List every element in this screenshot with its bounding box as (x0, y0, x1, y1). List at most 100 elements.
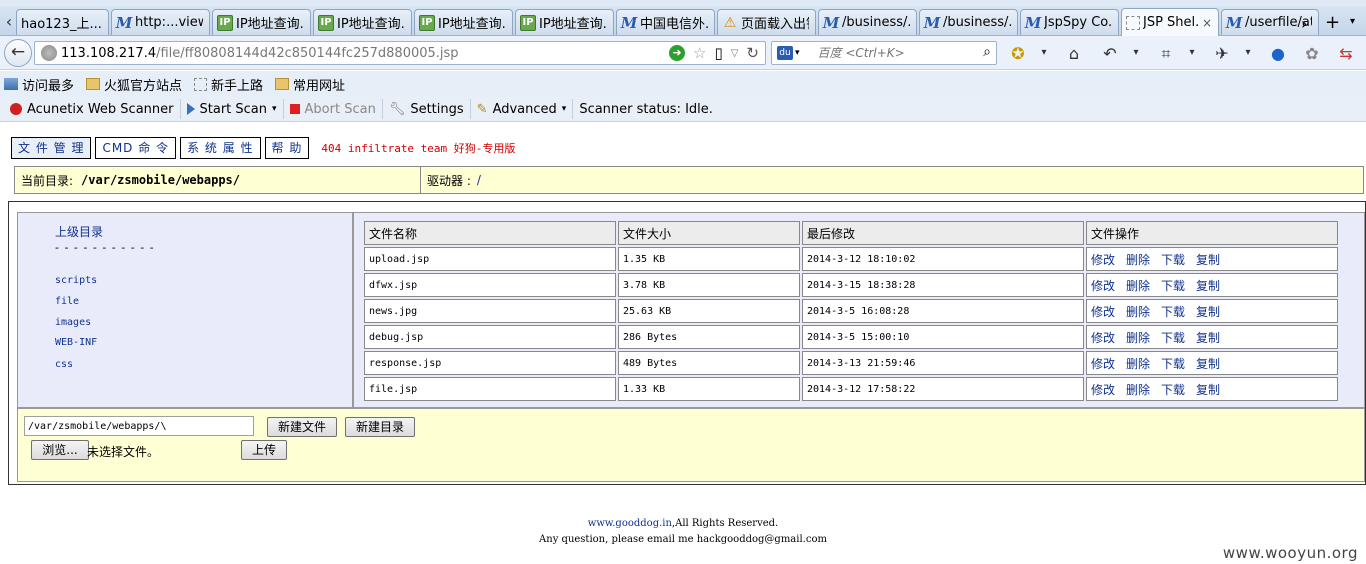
phone-icon[interactable]: ▯ (714, 44, 722, 62)
new-dir-button[interactable]: 新建目录 (345, 417, 415, 437)
addon-icon[interactable]: ✪ (1008, 44, 1028, 63)
reload-icon[interactable]: ↻ (746, 44, 759, 62)
switch-icon[interactable]: ⇆ (1336, 44, 1356, 63)
browser-tab[interactable]: ⚠ 页面载入出错 (717, 9, 816, 35)
tab-list-icon[interactable]: ▾ (1350, 16, 1355, 27)
close-tab-icon[interactable]: × (1202, 16, 1212, 30)
address-bar[interactable]: 113.108.217.4/file/ff80808144d42c850144f… (34, 41, 766, 65)
acunetix-brand[interactable]: Acunetix Web Scanner (4, 99, 181, 119)
tab-scroll-right-icon[interactable]: › (1301, 14, 1307, 33)
search-bar[interactable]: du ▾ ⌕ (771, 41, 997, 65)
browser-tab[interactable]: IPIP地址查询... (313, 9, 412, 35)
bookmark-firefox-official[interactable]: 火狐官方站点 (86, 75, 182, 94)
advanced-button[interactable]: ✎ Advanced ▾ (471, 99, 574, 119)
menu-cmd[interactable]: CMD 命 令 (95, 137, 177, 159)
bookmark-common-sites[interactable]: 常用网址 (275, 75, 345, 94)
extension-icon[interactable]: ✿ (1302, 44, 1322, 63)
undo-dropdown-icon[interactable]: ▾ (1126, 47, 1146, 58)
delete-link[interactable]: 删除 (1126, 305, 1150, 319)
download-link[interactable]: 下载 (1161, 331, 1185, 345)
menu-help[interactable]: 帮 助 (264, 137, 310, 159)
edit-link[interactable]: 修改 (1091, 357, 1115, 371)
file-browser: 上级目录 - - - - - - - - - - - scripts file … (8, 201, 1366, 485)
crop-dropdown-icon[interactable]: ▾ (1182, 47, 1202, 58)
go-icon[interactable]: ➜ (669, 45, 685, 61)
copy-link[interactable]: 复制 (1196, 305, 1220, 319)
browser-tab[interactable]: JSP Shel...× (1121, 8, 1219, 36)
browser-tab[interactable]: M中国电信外... (616, 9, 715, 35)
abort-scan-button[interactable]: Abort Scan (284, 99, 383, 119)
start-scan-button[interactable]: Start Scan ▾ (181, 99, 284, 119)
upload-button[interactable]: 上传 (241, 440, 287, 460)
copy-link[interactable]: 复制 (1196, 357, 1220, 371)
menu-file-manager[interactable]: 文 件 管 理 (11, 137, 92, 159)
dropdown-icon[interactable]: ▽ (731, 48, 739, 59)
download-link[interactable]: 下载 (1161, 357, 1185, 371)
delete-link[interactable]: 删除 (1126, 383, 1150, 397)
edit-link[interactable]: 修改 (1091, 279, 1115, 293)
settings-button[interactable]: 🔧︎ Settings (383, 99, 471, 119)
upload-panel: 新建文件 新建目录 浏览... 未选择文件。 上传 (17, 408, 1365, 482)
tools-dropdown-icon[interactable]: ▾ (1238, 47, 1258, 58)
browser-tab[interactable]: M/business/... (818, 9, 917, 35)
crop-icon[interactable]: ⌗ (1156, 44, 1176, 64)
bookmark-label: 访问最多 (22, 78, 75, 94)
new-file-button[interactable]: 新建文件 (267, 417, 337, 437)
browser-tab[interactable]: Mhttp:...view& (111, 9, 210, 35)
copy-link[interactable]: 复制 (1196, 253, 1220, 267)
browser-tab[interactable]: M/business/... (919, 9, 1018, 35)
copy-link[interactable]: 复制 (1196, 331, 1220, 345)
tab-scroll-left-icon[interactable]: ‹ (2, 12, 16, 32)
download-link[interactable]: 下载 (1161, 253, 1185, 267)
search-icon[interactable]: ⌕ (983, 44, 991, 60)
undo-icon[interactable]: ↶ (1100, 44, 1120, 63)
delete-link[interactable]: 删除 (1126, 357, 1150, 371)
parent-dir-link[interactable]: 上级目录 (55, 223, 103, 240)
abort-scan-label: Abort Scan (304, 101, 376, 117)
search-input[interactable] (817, 46, 978, 60)
bookmark-label: 火狐官方站点 (104, 78, 183, 94)
back-button[interactable]: ← (4, 39, 32, 67)
menu-system-properties[interactable]: 系 统 属 性 (180, 137, 261, 159)
download-link[interactable]: 下载 (1161, 383, 1185, 397)
tools-icon[interactable]: ✈ (1212, 44, 1232, 63)
edit-link[interactable]: 修改 (1091, 331, 1115, 345)
addon-dropdown-icon[interactable]: ▾ (1034, 47, 1054, 58)
download-link[interactable]: 下载 (1161, 305, 1185, 319)
file-modified-cell: 2014-3-5 15:00:10 (802, 325, 1084, 349)
dir-link[interactable]: scripts (55, 275, 97, 286)
search-engine-icon[interactable]: du (777, 46, 793, 60)
edit-link[interactable]: 修改 (1091, 253, 1115, 267)
dir-link[interactable]: file (55, 296, 79, 307)
bookmark-most-visited[interactable]: 访问最多 (4, 75, 74, 94)
drive-link[interactable]: / (477, 173, 481, 187)
copy-link[interactable]: 复制 (1196, 279, 1220, 293)
bookmark-getting-started[interactable]: 新手上路 (194, 75, 263, 94)
media-icon[interactable]: ● (1268, 44, 1288, 63)
engine-dropdown-icon[interactable]: ▾ (795, 48, 800, 58)
path-input[interactable] (24, 416, 254, 436)
bookmark-star-icon[interactable]: ☆ (693, 44, 706, 62)
edit-link[interactable]: 修改 (1091, 305, 1115, 319)
browser-tab[interactable]: MJspSpy Co... (1020, 9, 1119, 35)
browser-tab[interactable]: hao123_上... (16, 9, 109, 35)
play-icon (186, 103, 195, 115)
home-icon[interactable]: ⌂ (1064, 44, 1084, 63)
url-text[interactable]: 113.108.217.4/file/ff80808144d42c850144f… (61, 46, 459, 61)
new-tab-icon[interactable]: + (1325, 12, 1340, 33)
m-logo-icon: M (620, 13, 638, 32)
browser-tab[interactable]: IPIP地址查询... (414, 9, 513, 35)
browser-tab[interactable]: IPIP地址查询... (212, 9, 311, 35)
download-link[interactable]: 下载 (1161, 279, 1185, 293)
copy-link[interactable]: 复制 (1196, 383, 1220, 397)
delete-link[interactable]: 删除 (1126, 331, 1150, 345)
edit-link[interactable]: 修改 (1091, 383, 1115, 397)
browser-tab[interactable]: IPIP地址查询... (515, 9, 614, 35)
dir-link[interactable]: WEB-INF (55, 337, 97, 348)
dir-link[interactable]: css (55, 359, 73, 370)
delete-link[interactable]: 删除 (1126, 279, 1150, 293)
browse-button[interactable]: 浏览... (31, 440, 89, 460)
delete-link[interactable]: 删除 (1126, 253, 1150, 267)
dir-link[interactable]: images (55, 317, 91, 328)
site-link[interactable]: www.gooddog.in (588, 518, 672, 529)
